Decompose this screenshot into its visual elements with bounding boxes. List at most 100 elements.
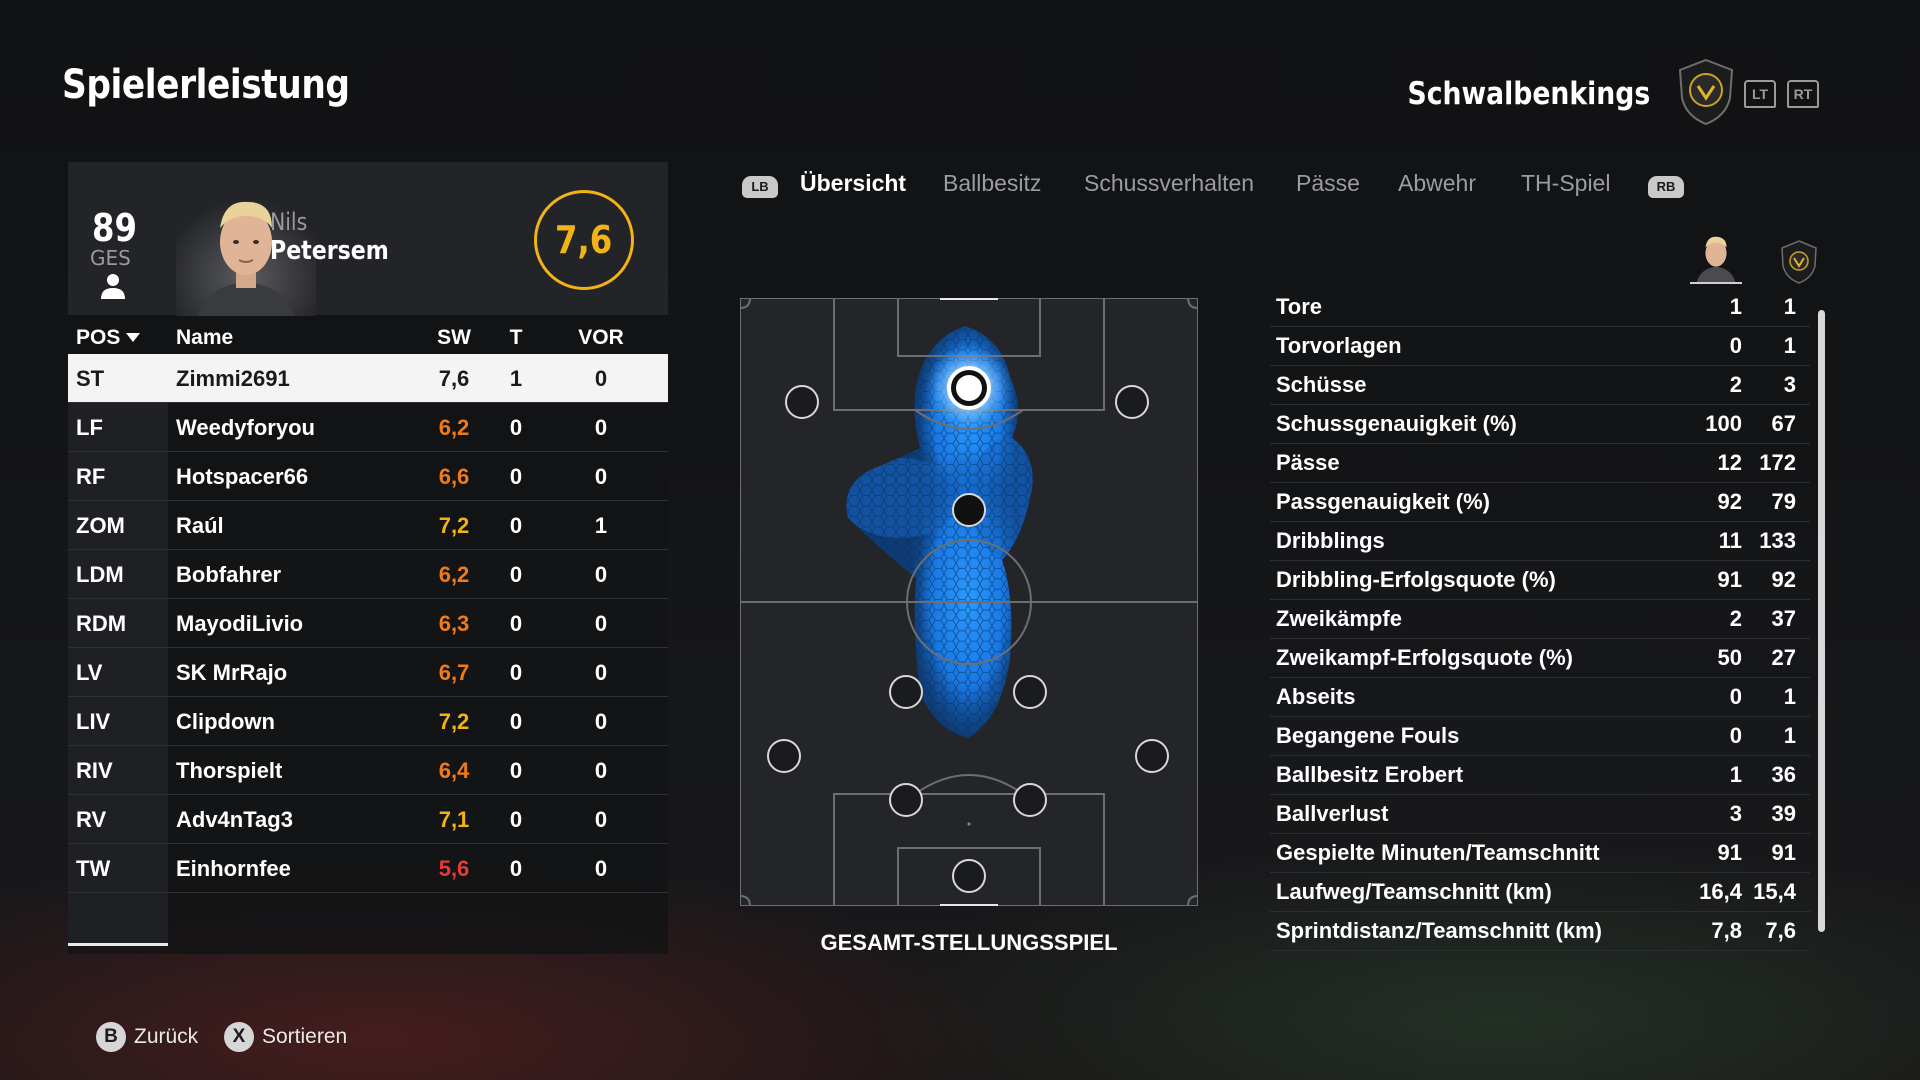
tab-schussverhalten[interactable]: Schussverhalten: [1084, 170, 1254, 197]
stat-team-value: 27: [1771, 645, 1796, 670]
player-assists: 0: [594, 807, 608, 832]
table-row[interactable]: RIV Thorspielt 6,4 0 0: [68, 746, 668, 795]
tab-uebersicht[interactable]: Übersicht: [800, 170, 906, 197]
marker-riv: [1013, 783, 1047, 817]
stat-row: Zweikampf-Erfolgsquote (%) 50 27: [1270, 639, 1810, 678]
stat-label: Dribbling-Erfolgsquote (%): [1276, 567, 1556, 592]
player-name: SK MrRajo: [176, 660, 288, 685]
sort-button[interactable]: X Sortieren: [224, 1022, 347, 1052]
overall-label: GES: [90, 246, 131, 270]
stat-player-value: 1: [1729, 294, 1742, 319]
stat-player-value: 91: [1717, 840, 1742, 865]
player-rating: 7,6: [438, 366, 470, 391]
table-row[interactable]: RF Hotspacer66 6,6 0 0: [68, 452, 668, 501]
stat-player-value: 91: [1717, 567, 1742, 592]
marker-zom: [952, 493, 986, 527]
column-header-vor[interactable]: VOR: [566, 320, 636, 356]
overall-rating: 89: [92, 206, 137, 250]
sort-label: Sortieren: [262, 1025, 348, 1048]
marker-rf: [1115, 385, 1149, 419]
stat-player-value: 0: [1729, 723, 1742, 748]
table-row[interactable]: RV Adv4nTag3 7,1 0 0: [68, 795, 668, 844]
player-position: RV: [76, 807, 107, 832]
stat-row: Laufweg/Teamschnitt (km) 16,4 15,4: [1270, 873, 1810, 912]
stat-row: Begangene Fouls 0 1: [1270, 717, 1810, 756]
stat-row: Gespielte Minuten/Teamschnitt 91 91: [1270, 834, 1810, 873]
tab-th-spiel[interactable]: TH-Spiel: [1521, 170, 1610, 197]
stat-player-value: 0: [1729, 333, 1742, 358]
player-rating: 7,2: [438, 513, 470, 538]
stat-team-value: 172: [1759, 450, 1796, 475]
rt-button[interactable]: RT: [1787, 80, 1819, 108]
stat-team-value: 1: [1783, 333, 1796, 358]
pitch-caption: GESAMT-STELLUNGSSPIEL: [820, 930, 1118, 955]
player-goals: 0: [509, 464, 523, 489]
marker-ldm: [889, 675, 923, 709]
table-row[interactable]: RDM MayodiLivio 6,3 0 0: [68, 599, 668, 648]
table-row[interactable]: LV SK MrRajo 6,7 0 0: [68, 648, 668, 697]
table-row[interactable]: ST Zimmi2691 7,6 1 0: [68, 354, 668, 403]
pitch-heatmap: [740, 298, 1198, 906]
tab-ballbesitz[interactable]: Ballbesitz: [943, 170, 1041, 197]
person-icon: [101, 274, 125, 299]
table-row[interactable]: LF Weedyforyou 6,2 0 0: [68, 403, 668, 452]
stat-team-value: 7,6: [1765, 918, 1796, 943]
column-header-t[interactable]: T: [496, 320, 536, 356]
column-header-sw[interactable]: SW: [424, 320, 484, 356]
marker-lv: [767, 739, 801, 773]
stat-player-value: 1: [1729, 762, 1742, 787]
stat-row: Dribbling-Erfolgsquote (%) 91 92: [1270, 561, 1810, 600]
stat-player-value: 12: [1717, 450, 1742, 475]
player-position: TW: [76, 856, 111, 881]
column-header-name[interactable]: Name: [176, 320, 233, 356]
stat-label: Passgenauigkeit (%): [1276, 489, 1490, 514]
page-title: Spielerleistung: [62, 62, 350, 108]
player-card: 89 GES Nils Petersem 7,6: [68, 162, 668, 316]
stat-team-value: 92: [1771, 567, 1796, 592]
stat-row: Schüsse 2 3: [1270, 366, 1810, 405]
stat-row: Tore 1 1: [1270, 288, 1810, 327]
table-row[interactable]: ZOM Raúl 7,2 0 1: [68, 501, 668, 550]
team-crest-small-icon: [1781, 240, 1817, 284]
rb-button[interactable]: RB: [1648, 176, 1684, 198]
stat-label: Zweikämpfe: [1276, 606, 1402, 631]
player-assists: 0: [594, 611, 608, 636]
stat-team-value: 67: [1771, 411, 1796, 436]
stat-player-value: 92: [1717, 489, 1742, 514]
player-position: RIV: [76, 758, 113, 783]
player-assists: 0: [594, 366, 608, 391]
tab-abwehr[interactable]: Abwehr: [1398, 170, 1476, 197]
stat-row: Dribblings 11 133: [1270, 522, 1810, 561]
stat-team-value: 1: [1783, 294, 1796, 319]
player-assists: 0: [594, 562, 608, 587]
table-row[interactable]: LIV Clipdown 7,2 0 0: [68, 697, 668, 746]
player-assists: 1: [594, 513, 608, 538]
player-first-name: Nils: [270, 208, 308, 236]
player-name: Thorspielt: [176, 758, 283, 783]
player-goals: 0: [509, 660, 523, 685]
stat-row: Ballverlust 3 39: [1270, 795, 1810, 834]
table-row[interactable]: TW Einhornfee 5,6 0 0: [68, 844, 668, 893]
column-header-pos-label: POS: [76, 326, 121, 349]
player-name: Einhornfee: [176, 856, 291, 881]
stat-team-value: 79: [1771, 489, 1796, 514]
stat-label: Ballbesitz Erobert: [1276, 762, 1464, 787]
stats-scrollbar[interactable]: [1818, 310, 1825, 932]
team-crest-icon: [1678, 58, 1734, 126]
table-row[interactable]: LDM Bobfahrer 6,2 0 0: [68, 550, 668, 599]
player-position: ZOM: [76, 513, 125, 538]
match-rating-ring: 7,6: [534, 190, 634, 290]
tab-paesse[interactable]: Pässe: [1296, 170, 1360, 197]
stat-row: Passgenauigkeit (%) 92 79: [1270, 483, 1810, 522]
back-button[interactable]: B Zurück: [96, 1022, 198, 1052]
stat-player-value: 2: [1729, 372, 1742, 397]
player-name: Zimmi2691: [176, 366, 290, 391]
column-header-pos[interactable]: POS: [76, 320, 141, 356]
lt-button[interactable]: LT: [1744, 80, 1776, 108]
player-last-name: Petersem: [270, 236, 389, 266]
player-assists: 0: [594, 856, 608, 881]
stat-label: Tore: [1276, 294, 1323, 319]
lb-button[interactable]: LB: [742, 176, 778, 198]
player-name: MayodiLivio: [176, 611, 304, 636]
marker-rdm: [1013, 675, 1047, 709]
